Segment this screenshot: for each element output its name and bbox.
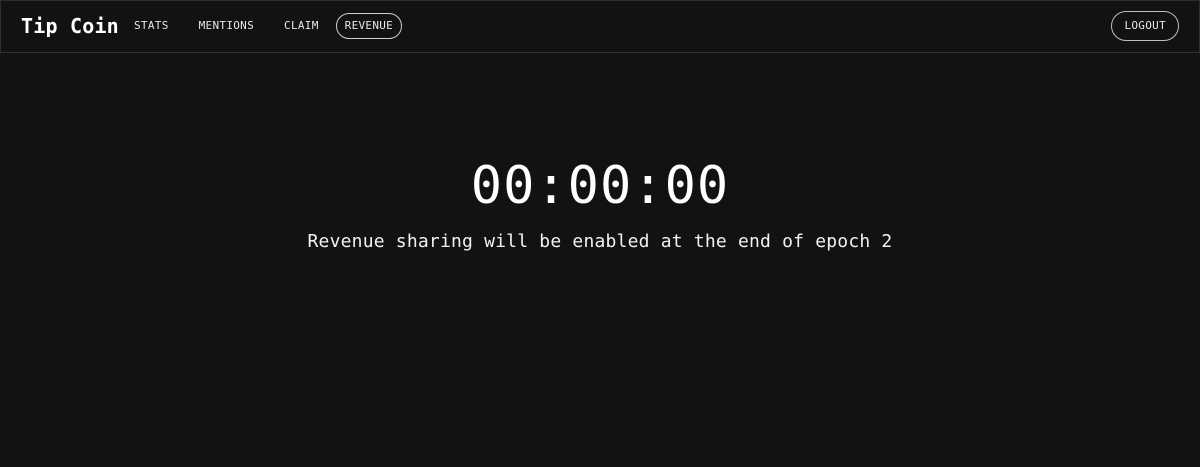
- brand-logo-text[interactable]: Tip Coin: [21, 13, 119, 39]
- page: Tip Coin STATS MENTIONS CLAIM REVENUE LO…: [0, 0, 1200, 467]
- top-navbar: Tip Coin STATS MENTIONS CLAIM REVENUE LO…: [0, 0, 1200, 53]
- countdown-timer: 00:00:00: [470, 156, 730, 216]
- nav-item-claim[interactable]: CLAIM: [271, 13, 332, 39]
- revenue-sharing-message: Revenue sharing will be enabled at the e…: [307, 231, 893, 252]
- nav-item-revenue[interactable]: REVENUE: [335, 13, 403, 39]
- nav-item-mentions[interactable]: MENTIONS: [186, 13, 267, 39]
- logout-button[interactable]: LOGOUT: [1111, 11, 1179, 41]
- nav-links: STATS MENTIONS CLAIM REVENUE: [121, 13, 406, 39]
- nav-item-stats[interactable]: STATS: [121, 13, 182, 39]
